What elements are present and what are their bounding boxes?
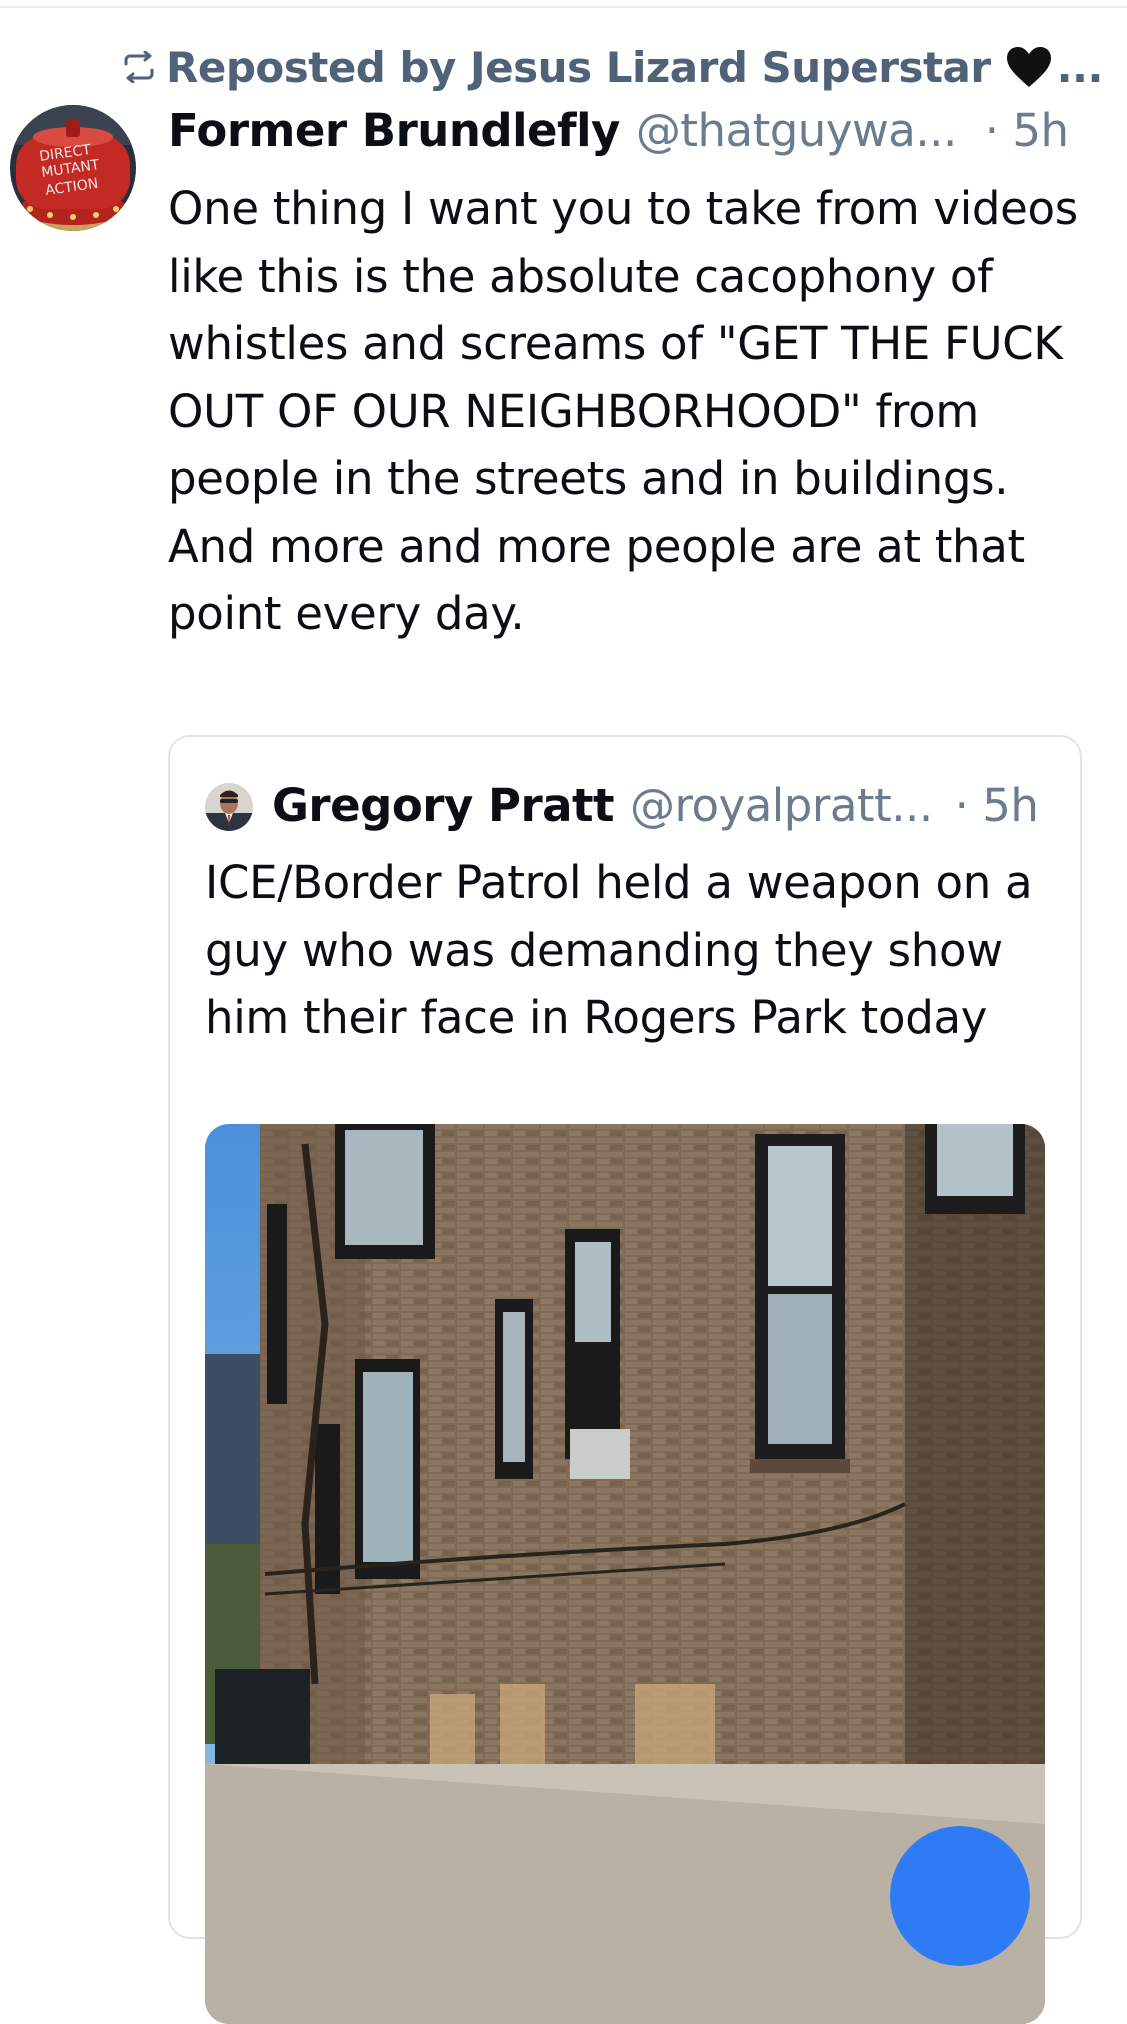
- top-divider: [0, 6, 1127, 8]
- repost-banner[interactable]: Reposted by Jesus Lizard Superstar ...: [122, 42, 1103, 92]
- quoted-post-card[interactable]: Gregory Pratt @royalpratt... · 5h ICE/Bo…: [168, 735, 1082, 2024]
- quoted-author-avatar: [205, 783, 253, 831]
- author-handle[interactable]: @thatguywa...: [636, 104, 957, 157]
- avatar-image: DIRECT MUTANT ACTION: [10, 105, 136, 231]
- quoted-author-handle[interactable]: @royalpratt...: [630, 779, 933, 832]
- post-text: One thing I want you to take from videos…: [168, 182, 1078, 640]
- author-display-name[interactable]: Former Brundlefly: [168, 104, 620, 157]
- quoted-post-header: Gregory Pratt @royalpratt... · 5h: [272, 779, 1039, 835]
- repost-icon: [124, 51, 154, 83]
- post-timestamp[interactable]: · 5h: [985, 104, 1069, 157]
- quoted-author-display-name[interactable]: Gregory Pratt: [272, 779, 615, 832]
- quoted-post-timestamp[interactable]: · 5h: [955, 779, 1039, 832]
- quoted-avatar-image: [205, 783, 253, 831]
- repost-more: ...: [1056, 42, 1104, 92]
- quoted-post-text: ICE/Border Patrol held a weapon on a guy…: [205, 856, 1033, 1044]
- black-heart-icon: [1006, 47, 1051, 87]
- author-avatar[interactable]: DIRECT MUTANT ACTION: [10, 105, 136, 231]
- compose-button[interactable]: [890, 1826, 1030, 1966]
- post-header: Former Brundlefly @thatguywa... · 5h: [168, 104, 1069, 160]
- repost-label: Reposted by Jesus Lizard Superstar: [166, 42, 991, 92]
